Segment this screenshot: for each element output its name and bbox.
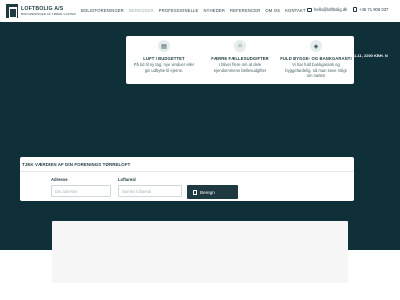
hero-band: ▤ LUFT I BUDGETTET På tid til ny tag, ny… [0,22,400,250]
feature-description: Vi har fuld bankgaranti og byggefardelig… [285,62,347,79]
mail-icon [307,7,312,12]
logo-mark-icon [6,4,18,18]
nav-item-professionelle[interactable]: PROFESSIONELLE [159,8,199,13]
nav-item-boligforeninger[interactable]: BOLIGFORENINGER [81,8,124,13]
area-label: Loftareal [118,177,136,182]
email-text: hello@loftbolig.dk [314,7,348,12]
address-label: Adresse [51,177,68,182]
nav-item-om-os[interactable]: OM OS [265,8,280,13]
area-input[interactable] [118,185,182,197]
nav-item-kontakt[interactable]: KONTAKT [285,8,306,13]
email-link[interactable]: hello@loftbolig.dk [307,7,347,12]
feature-title: LUFT I BUDGETTET [143,56,185,61]
site-header: LOFTBOLIG A/S BOFORENINGER AF TØRRE LOFT… [0,0,400,22]
divider [20,171,354,172]
logo[interactable]: LOFTBOLIG A/S BOFORENINGER AF TØRRE LOFT… [6,4,76,18]
phone-icon [353,7,358,12]
calculate-button-label: Beregn [200,189,215,195]
calculator-icon [193,189,197,195]
address-strip: 1-11, 2200 KBH. N [354,53,388,58]
calculate-button[interactable]: Beregn [187,185,238,199]
shield-icon: ◈ [310,40,322,52]
nav-item-nyheder[interactable]: NYHEDER [203,8,225,13]
main-nav: BOLIGFORENINGER BEREGNER PROFESSIONELLE … [81,8,306,13]
feature-description: På tid til ny tag, nye vinduer eller giv… [133,62,195,73]
nav-item-referencer[interactable]: REFERENCER [230,8,260,13]
contact-info: hello@loftbolig.dk +45 71 906 037 [307,7,388,12]
phone-link[interactable]: +45 71 906 037 [353,7,388,12]
features-card: ▤ LUFT I BUDGETTET På tid til ny tag, ny… [126,36,354,84]
feature-title: FULD BYGGE- OG BANKGARANTI [280,56,352,61]
calculator-title: TJEK VÆRDIEN AF DIN FORENINGS TØRRELOFT [22,162,131,167]
building-icon: ▤ [158,40,170,52]
phone-text: +45 71 906 037 [359,7,389,12]
content-placeholder [52,221,348,283]
community-icon: ⌂ [234,40,246,52]
nav-item-beregner[interactable]: BEREGNER [129,8,154,13]
feature-description: I bliver flere om at dele ejendommens fæ… [213,62,267,73]
address-input[interactable] [51,185,111,197]
feature-title: FÆRRE FÆLLESUDGIFTER [211,56,269,61]
logo-tagline: BOFORENINGER AF TØRRE LOFTER [21,12,76,16]
